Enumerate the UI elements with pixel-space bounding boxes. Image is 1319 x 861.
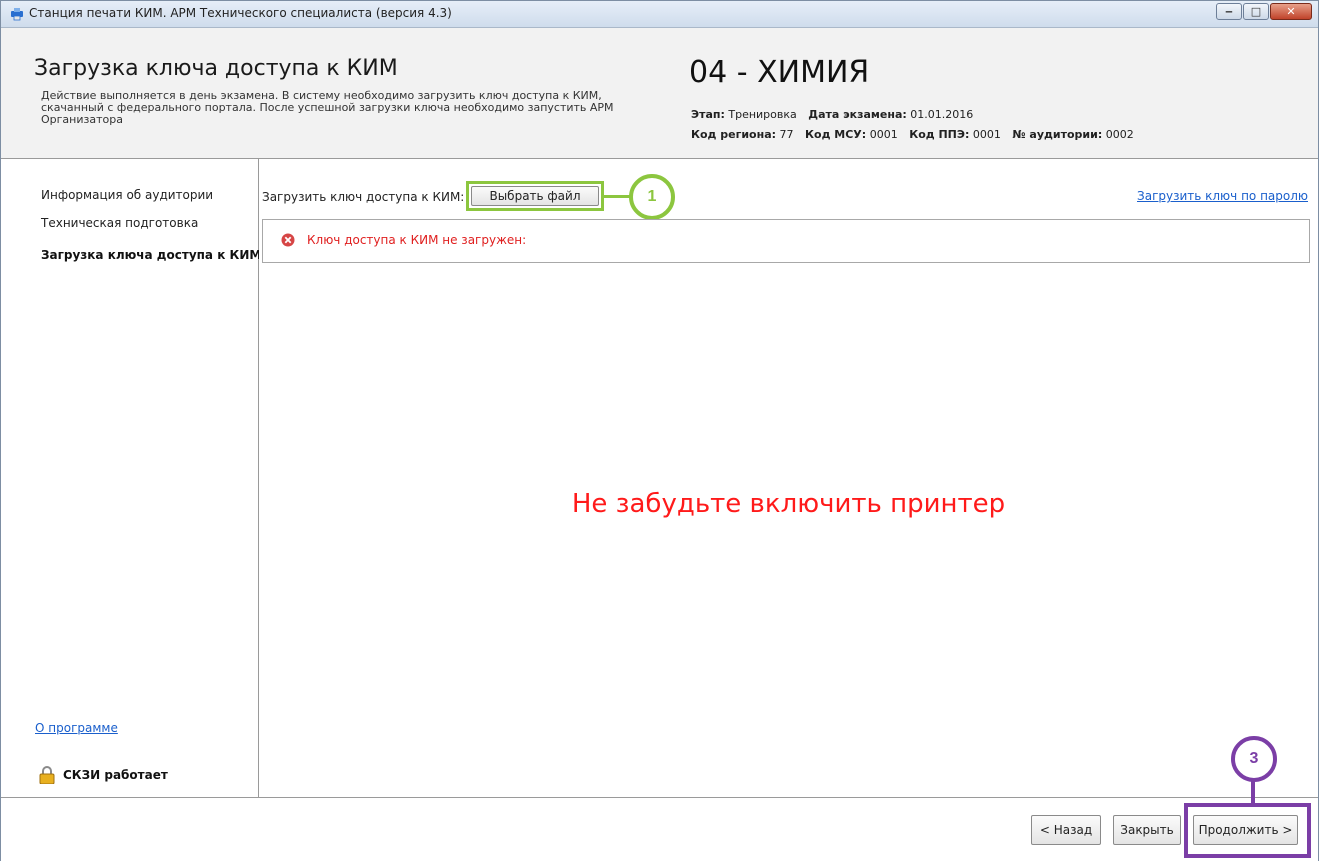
page-header: Загрузка ключа доступа к КИМ Действие вы… [1,28,1318,159]
choose-file-button[interactable]: Выбрать файл [471,186,599,206]
callout-1-connector [604,195,630,198]
sidebar-item-room-info[interactable]: Информация об аудитории [41,188,213,202]
ppe-value: 0001 [972,128,1001,141]
load-by-password-link[interactable]: Загрузить ключ по паролю [1137,189,1308,203]
minimize-button[interactable]: ‒ [1216,3,1242,20]
choose-file-highlight: Выбрать файл [466,181,604,211]
footer-bar: < Назад Закрыть Продолжить > [1,797,1318,861]
close-window-button[interactable]: ✕ [1270,3,1312,20]
exam-stage-line: Этап: Тренировка Дата экзамена: 01.01.20… [691,108,973,121]
exam-codes-line: Код региона: 77 Код МСУ: 0001 Код ППЭ: 0… [691,128,1134,141]
ppe-label: Код ППЭ: [909,128,970,141]
stage-label: Этап: [691,108,725,121]
back-button[interactable]: < Назад [1031,815,1101,845]
close-icon: ✕ [1286,5,1296,18]
app-icon [11,8,23,21]
callout-3-connector [1251,781,1255,804]
callout-3-badge: 3 [1231,736,1277,782]
about-link[interactable]: О программе [35,721,118,735]
next-button[interactable]: Продолжить > [1193,815,1298,845]
room-value: 0002 [1105,128,1134,141]
page-title: Загрузка ключа доступа к КИМ [34,56,398,81]
stage-value: Тренировка [728,108,797,121]
room-label: № аудитории: [1012,128,1103,141]
lock-icon [39,766,55,784]
maximize-button[interactable]: □ [1243,3,1269,20]
msu-label: Код МСУ: [805,128,867,141]
exam-subject: 04 - ХИМИЯ [689,55,870,90]
window-controls: ‒ □ ✕ [1215,3,1312,21]
page-description: Действие выполняется в день экзамена. В … [41,89,614,126]
printer-reminder: Не забудьте включить принтер [571,489,1006,519]
sidebar-item-load-key[interactable]: Загрузка ключа доступа к КИМ [41,248,261,262]
minimize-icon: ‒ [1225,5,1233,18]
skzi-status: СКЗИ работает [63,768,168,782]
key-status-panel: Ключ доступа к КИМ не загружен: [262,219,1310,263]
key-status-text: Ключ доступа к КИМ не загружен: [307,233,527,247]
main-content: Загрузить ключ доступа к КИМ: Выбрать фа… [259,159,1318,797]
region-label: Код региона: [691,128,777,141]
region-value: 77 [779,128,794,141]
load-key-label: Загрузить ключ доступа к КИМ: [262,190,465,204]
sidebar-item-tech-prep[interactable]: Техническая подготовка [41,216,198,230]
close-button[interactable]: Закрыть [1113,815,1181,845]
maximize-icon: □ [1250,5,1262,18]
error-icon [281,233,295,247]
window-title: Станция печати КИМ. АРМ Технического спе… [29,6,452,20]
exam-date-value: 01.01.2016 [910,108,974,121]
sidebar: Информация об аудитории Техническая подг… [1,159,261,797]
app-window: Станция печати КИМ. АРМ Технического спе… [0,0,1319,861]
exam-date-label: Дата экзамена: [808,108,907,121]
callout-1-badge: 1 [629,174,675,220]
title-bar: Станция печати КИМ. АРМ Технического спе… [1,1,1318,28]
msu-value: 0001 [869,128,898,141]
